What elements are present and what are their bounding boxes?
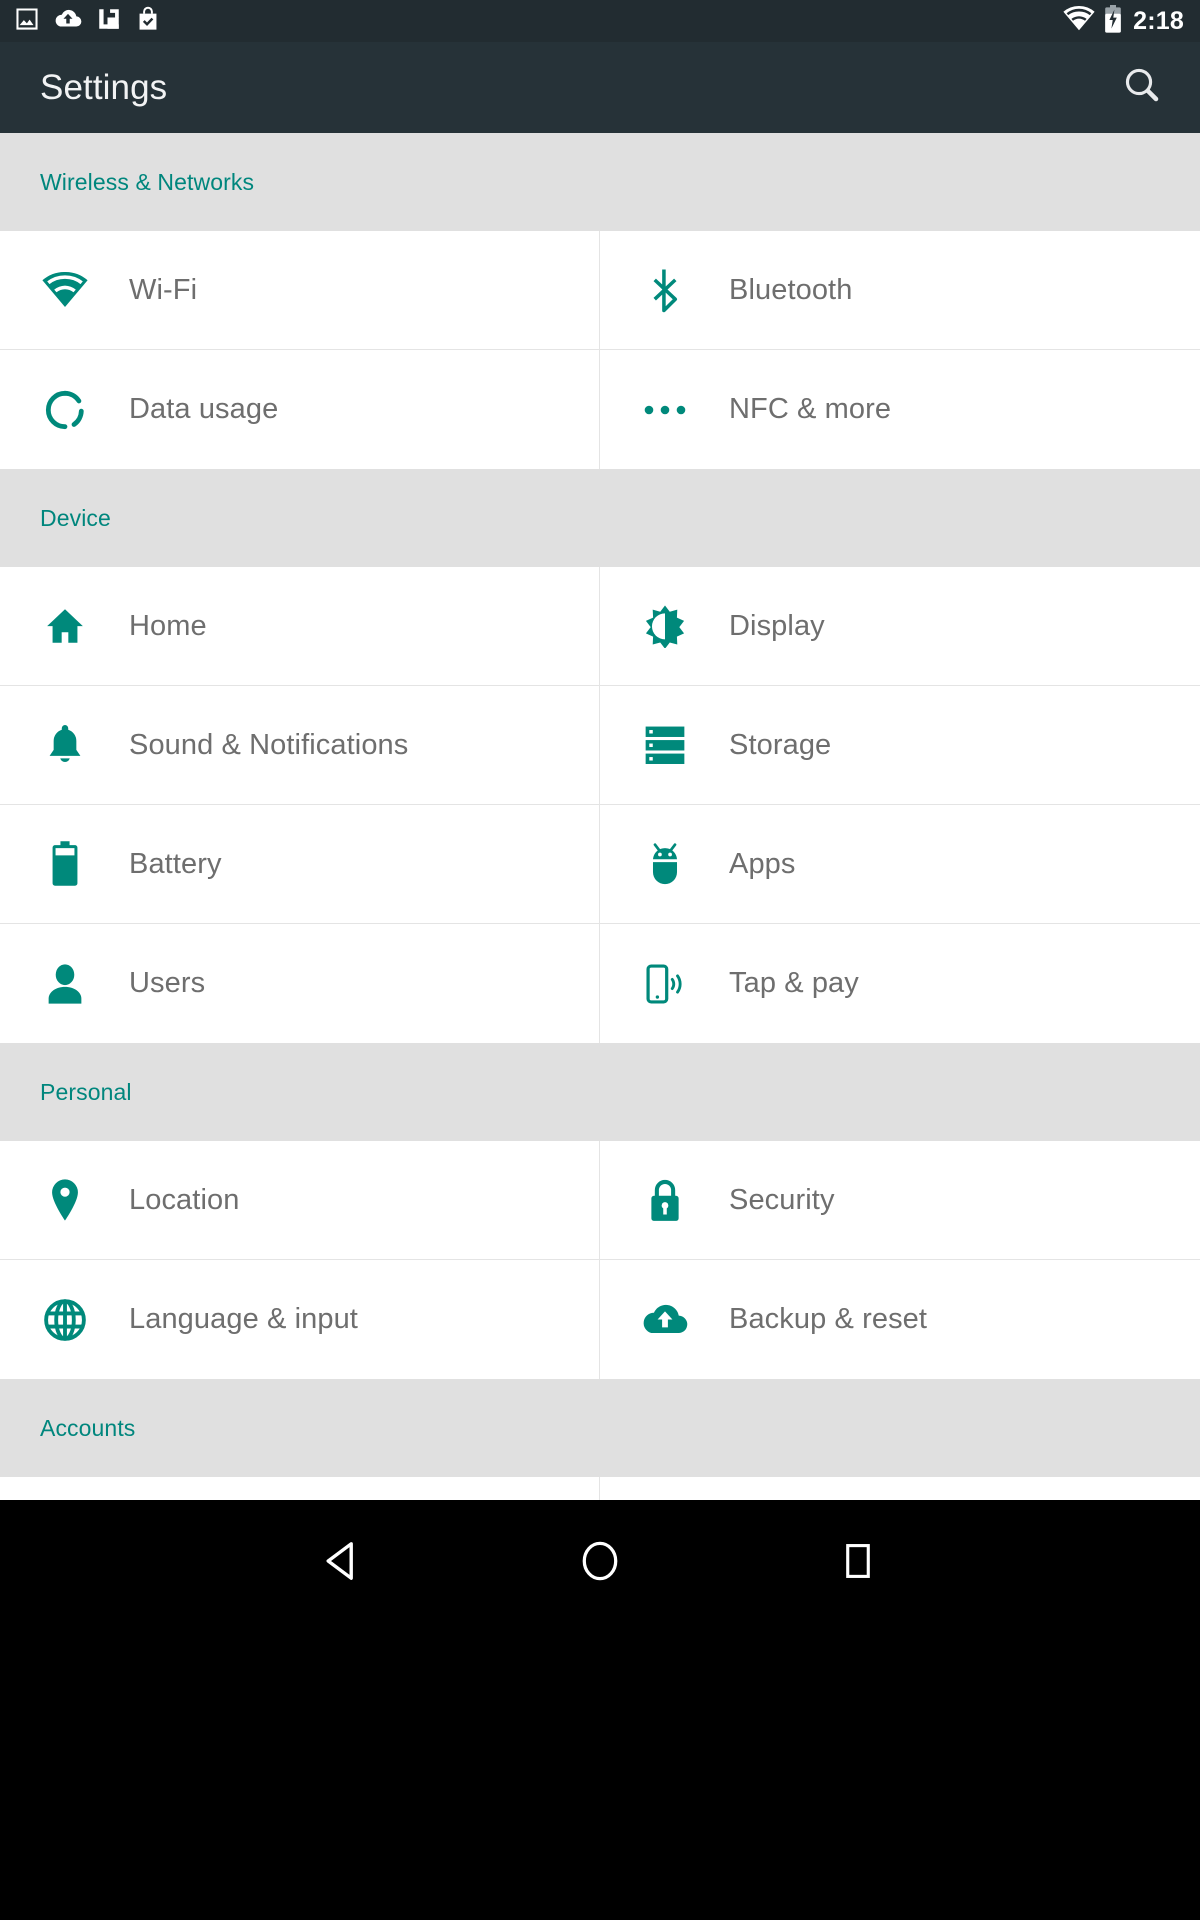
settings-item-data-usage[interactable]: Data usage bbox=[0, 350, 600, 469]
battery-icon bbox=[32, 841, 98, 887]
section-title: Accounts bbox=[40, 1414, 136, 1441]
settings-item-apps[interactable]: Apps bbox=[600, 805, 1200, 924]
settings-item-label: Home bbox=[129, 609, 207, 642]
nav-recents-button[interactable] bbox=[813, 1528, 903, 1598]
settings-item-label: Apps bbox=[729, 847, 796, 880]
data-usage-icon bbox=[32, 388, 98, 432]
settings-item-label: Wi-Fi bbox=[129, 273, 198, 306]
globe-icon bbox=[32, 1298, 98, 1342]
android-settings-screen: 2:18 Settings Wireless & Networks Wi-Fi bbox=[0, 0, 1200, 1920]
settings-item-label: Bluetooth bbox=[729, 273, 853, 306]
settings-item-label: Sound & Notifications bbox=[129, 728, 409, 761]
settings-item-label: Users bbox=[129, 967, 206, 999]
android-icon bbox=[632, 842, 698, 886]
status-bar-notification-icons bbox=[14, 6, 160, 37]
search-button[interactable] bbox=[1110, 56, 1174, 120]
storage-icon bbox=[632, 724, 698, 766]
wifi-icon bbox=[32, 272, 98, 308]
section-title: Wireless & Networks bbox=[40, 168, 255, 195]
recents-square-icon bbox=[836, 1539, 880, 1588]
image-icon bbox=[14, 6, 40, 37]
settings-item-label: Display bbox=[729, 609, 825, 642]
status-bar-system-icons: 2:18 bbox=[1063, 4, 1184, 38]
lock-icon bbox=[632, 1177, 698, 1223]
section-header-accounts: Accounts bbox=[0, 1379, 1200, 1477]
status-bar-clock: 2:18 bbox=[1133, 6, 1184, 35]
settings-item-wifi[interactable]: Wi-Fi bbox=[0, 231, 600, 350]
section-header-personal: Personal bbox=[0, 1043, 1200, 1141]
navigation-bar bbox=[0, 1500, 1200, 1920]
status-bar: 2:18 bbox=[0, 0, 1200, 42]
brightness-icon bbox=[632, 604, 698, 648]
app-bar: Settings bbox=[0, 42, 1200, 133]
page-title: Settings bbox=[40, 68, 168, 107]
settings-item-bluetooth[interactable]: Bluetooth bbox=[600, 231, 1200, 350]
wifi-icon bbox=[1063, 5, 1095, 36]
settings-item-tap-and-pay[interactable]: Tap & pay bbox=[600, 924, 1200, 1043]
shopping-bag-check-icon bbox=[136, 6, 160, 37]
settings-item-label: Data usage bbox=[129, 393, 279, 425]
settings-list[interactable]: Wireless & Networks Wi-Fi Bluetooth Data bbox=[0, 133, 1200, 1500]
settings-item-label: Security bbox=[729, 1183, 835, 1216]
settings-item-battery[interactable]: Battery bbox=[0, 805, 600, 924]
person-icon bbox=[32, 963, 98, 1005]
cloud-upload-icon bbox=[632, 1301, 698, 1339]
section-items-accounts: g Google Add account bbox=[0, 1477, 1200, 1500]
settings-item-add-account[interactable]: Add account bbox=[600, 1477, 1200, 1500]
settings-item-security[interactable]: Security bbox=[600, 1141, 1200, 1260]
battery-charging-icon bbox=[1104, 4, 1122, 38]
back-triangle-icon bbox=[318, 1537, 366, 1590]
home-circle-icon bbox=[577, 1538, 623, 1589]
settings-item-label: Backup & reset bbox=[729, 1303, 928, 1335]
nav-back-button[interactable] bbox=[297, 1528, 387, 1598]
settings-item-label: Storage bbox=[729, 728, 832, 761]
section-items-personal: Location Security Language & input Backu… bbox=[0, 1141, 1200, 1379]
section-header-wireless: Wireless & Networks bbox=[0, 133, 1200, 231]
location-pin-icon bbox=[32, 1177, 98, 1223]
settings-item-users[interactable]: Users bbox=[0, 924, 600, 1043]
bell-icon bbox=[32, 723, 98, 767]
settings-item-backup-and-reset[interactable]: Backup & reset bbox=[600, 1260, 1200, 1379]
section-header-device: Device bbox=[0, 469, 1200, 567]
section-items-device: Home Display Sound & Notifications Stora… bbox=[0, 567, 1200, 1043]
tap-and-pay-icon bbox=[632, 962, 698, 1006]
search-icon bbox=[1121, 64, 1163, 111]
settings-item-location[interactable]: Location bbox=[0, 1141, 600, 1260]
settings-item-storage[interactable]: Storage bbox=[600, 686, 1200, 805]
settings-item-label: NFC & more bbox=[729, 393, 892, 425]
cloud-upload-icon bbox=[54, 6, 82, 37]
more-horizontal-icon bbox=[632, 403, 698, 417]
settings-item-label: Battery bbox=[129, 847, 222, 880]
settings-item-label: Location bbox=[129, 1183, 240, 1216]
section-items-wireless: Wi-Fi Bluetooth Data usage NFC & more bbox=[0, 231, 1200, 469]
settings-item-display[interactable]: Display bbox=[600, 567, 1200, 686]
settings-item-home[interactable]: Home bbox=[0, 567, 600, 686]
section-title: Device bbox=[40, 504, 111, 531]
app-install-icon bbox=[96, 6, 122, 37]
settings-item-label: Language & input bbox=[129, 1303, 358, 1335]
home-icon bbox=[32, 605, 98, 647]
settings-item-label: Tap & pay bbox=[729, 967, 859, 999]
settings-item-sound-and-notifications[interactable]: Sound & Notifications bbox=[0, 686, 600, 805]
bluetooth-icon bbox=[632, 267, 698, 313]
settings-item-language-and-input[interactable]: Language & input bbox=[0, 1260, 600, 1379]
nav-home-button[interactable] bbox=[555, 1528, 645, 1598]
settings-item-nfc-and-more[interactable]: NFC & more bbox=[600, 350, 1200, 469]
settings-item-google[interactable]: g Google bbox=[0, 1477, 600, 1500]
section-title: Personal bbox=[40, 1078, 132, 1105]
